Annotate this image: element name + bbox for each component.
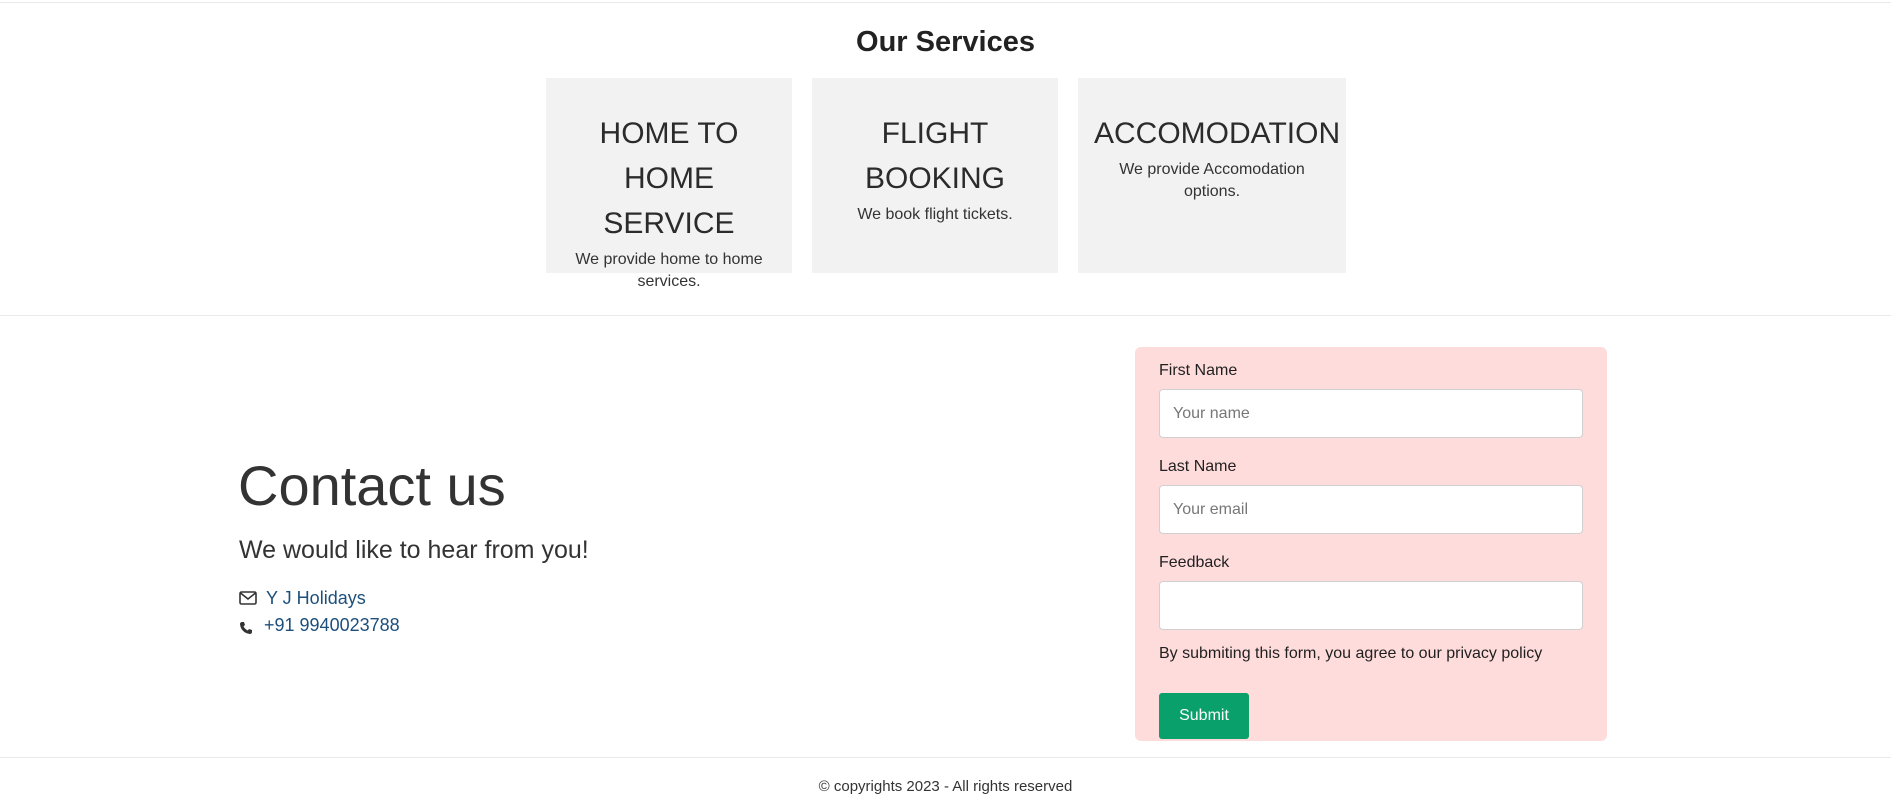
service-card-home-to-home: HOME TO HOME SERVICE We provide home to … [546,78,792,290]
first-name-group: First Name [1159,361,1583,438]
footer-copyright: © copyrights 2023 - All rights reserved [818,778,1073,795]
service-card-title-line1: HOME TO [599,117,739,150]
contact-heading: Contact us [238,454,506,517]
services-title: Our Services [856,26,1035,58]
feedback-input[interactable] [1159,581,1583,630]
top-divider [0,2,1891,3]
last-name-label: Last Name [1159,458,1237,475]
contact-form: First Name Last Name Feedback By submiti… [1135,347,1607,741]
feedback-group: Feedback [1159,553,1583,630]
service-card-title-line1: FLIGHT [881,117,989,150]
service-card-title-line2: HOME SERVICE [603,162,735,240]
phone-icon [239,618,253,634]
footer-divider [0,757,1891,758]
page: Our Services HOME TO HOME SERVICE We pro… [0,0,1891,797]
service-card-title-line1: ACCOMODATION [1094,117,1341,150]
contact-phone-row: +91 9940023788 [239,614,400,636]
service-card-description: We provide home to home services. [575,251,763,290]
email-link[interactable]: Y J Holidays [266,587,366,609]
feedback-label: Feedback [1159,554,1230,571]
last-name-input[interactable] [1159,485,1583,534]
service-card-accomodation: ACCOMODATION We provide Accomodation opt… [1078,78,1346,273]
section-divider [0,315,1891,316]
service-card-title: FLIGHT BOOKING [828,78,1042,201]
service-card-title-line2: BOOKING [864,162,1006,195]
service-card-title: ACCOMODATION [1094,78,1341,156]
contact-email-row: Y J Holidays [239,587,366,609]
first-name-label: First Name [1159,362,1238,379]
last-name-group: Last Name [1159,457,1583,534]
service-card-flight-booking: FLIGHT BOOKING We book flight tickets. [812,78,1058,273]
phone-link[interactable]: +91 9940023788 [264,614,400,636]
service-card-description: We provide Accomodation options. [1119,161,1305,200]
submit-button[interactable]: Submit [1159,693,1249,739]
first-name-input[interactable] [1159,389,1583,438]
envelope-icon [239,589,257,607]
service-card-title: HOME TO HOME SERVICE [562,78,776,246]
service-card-description: We book flight tickets. [857,206,1013,223]
contact-subheading: We would like to hear from you! [239,536,589,564]
privacy-notice: By submiting this form, you agree to our… [1159,645,1543,662]
